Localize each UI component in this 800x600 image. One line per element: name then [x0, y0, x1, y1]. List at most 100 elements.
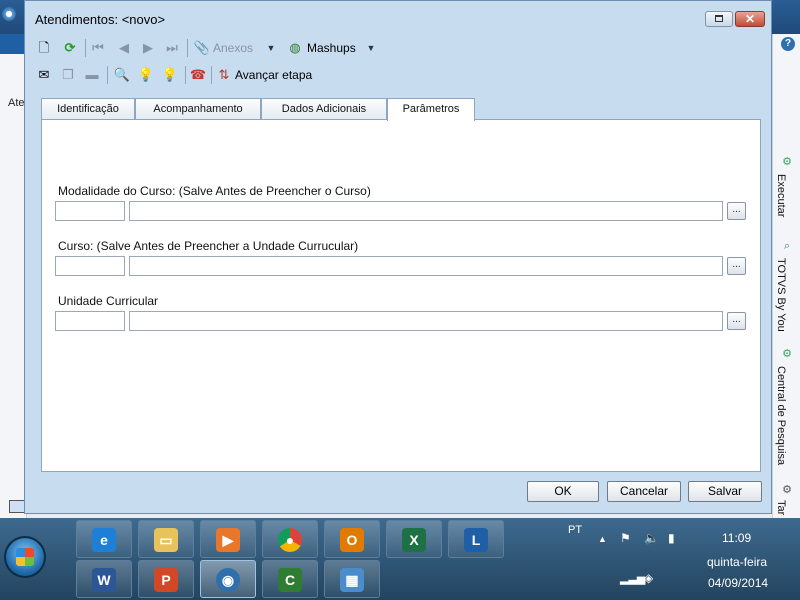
internet-explorer-icon: e: [92, 528, 116, 552]
camtasia-icon: C: [278, 568, 302, 592]
attachments-button[interactable]: Anexos: [213, 38, 263, 58]
maximize-icon: [715, 15, 723, 22]
taskbar-media-player[interactable]: ▶: [200, 520, 256, 558]
network-icon[interactable]: ▂▃▅: [620, 572, 645, 585]
field-label-unidade-curricular: Unidade Curricular: [58, 294, 159, 308]
start-button[interactable]: [4, 536, 46, 578]
toolbar-separator: [85, 39, 86, 57]
taskbar-control-panel[interactable]: ▦: [324, 560, 380, 598]
right-panel-central-de-pesquisa[interactable]: Central de Pesquisa: [775, 366, 787, 465]
help-icon[interactable]: ?: [781, 37, 795, 51]
taskbar-excel[interactable]: X: [386, 520, 442, 558]
maximize-button[interactable]: [705, 11, 733, 27]
taskbar-internet-explorer[interactable]: e: [76, 520, 132, 558]
secondary-toolbar: ✉ ❐ ▬ 🔍 💡 💡 ☎ ⇅ Avançar etapa: [31, 63, 767, 87]
chevron-down-icon[interactable]: ▼: [365, 38, 377, 58]
curso-lookup-button[interactable]: ...: [727, 257, 746, 275]
curso-description-input[interactable]: [129, 256, 723, 276]
tab-parametros[interactable]: Parâmetros: [387, 98, 475, 121]
ok-button[interactable]: OK: [527, 481, 599, 502]
lightbulb-icon[interactable]: 💡: [161, 65, 179, 85]
taskbar-totvs-active[interactable]: ◉: [200, 560, 256, 598]
truck-icon[interactable]: ▬: [83, 65, 101, 85]
dialog-title: Atendimentos: <novo>: [35, 12, 166, 27]
totvs-icon: ◉: [216, 568, 240, 592]
atendimentos-dialog: Atendimentos: <novo> ✕ 🗋 ⟳ ⏮ ◀ ▶ ⏭ 📎 Ane…: [24, 0, 772, 514]
gear-icon: ⚙: [782, 156, 792, 168]
last-record-icon[interactable]: ⏭: [163, 38, 181, 58]
app-logo-icon: [2, 7, 16, 21]
toolbar-separator: [185, 66, 186, 84]
mashups-button[interactable]: Mashups: [307, 38, 365, 58]
tab-acompanhamento[interactable]: Acompanhamento: [135, 98, 261, 120]
outlook-icon: O: [340, 528, 364, 552]
right-panel-totvs-by-you[interactable]: TOTVS By You: [775, 258, 787, 332]
tab-dados-adicionais[interactable]: Dados Adicionais: [261, 98, 387, 120]
taskbar-lync[interactable]: L: [448, 520, 504, 558]
excel-icon: X: [402, 528, 426, 552]
gear-icon: ⚙: [782, 484, 792, 496]
show-hidden-icons-icon[interactable]: ▲: [598, 534, 607, 544]
close-button[interactable]: ✕: [735, 11, 765, 27]
unidade-description-input[interactable]: [129, 311, 723, 331]
right-panel-executar[interactable]: Executar: [775, 174, 787, 217]
lightbulb-icon[interactable]: 💡: [137, 65, 155, 85]
curso-code-input[interactable]: [55, 256, 125, 276]
copy-icon[interactable]: ❐: [59, 65, 77, 85]
language-indicator[interactable]: PT: [568, 524, 582, 536]
modalidade-description-input[interactable]: [129, 201, 723, 221]
battery-icon[interactable]: ▮: [668, 531, 675, 545]
control-panel-icon: ▦: [340, 568, 364, 592]
windows-logo-icon: [16, 548, 34, 566]
attachment-icon: 📎: [193, 40, 211, 55]
modalidade-lookup-button[interactable]: ...: [727, 202, 746, 220]
chrome-icon: ●: [278, 528, 302, 552]
chevron-down-icon[interactable]: ▼: [265, 38, 277, 58]
dropbox-icon[interactable]: ◈: [644, 571, 653, 585]
lync-icon: L: [464, 528, 488, 552]
clock-time[interactable]: 11:09: [722, 531, 751, 545]
background-left-label: Ate: [8, 97, 25, 109]
taskbar-word[interactable]: W: [76, 560, 132, 598]
save-button[interactable]: Salvar: [688, 481, 762, 502]
media-player-icon: ▶: [216, 528, 240, 552]
right-panel-tarefas[interactable]: Tar: [775, 500, 787, 515]
unidade-lookup-button[interactable]: ...: [727, 312, 746, 330]
advance-step-button[interactable]: Avançar etapa: [235, 65, 335, 85]
taskbar-outlook[interactable]: O: [324, 520, 380, 558]
first-record-icon[interactable]: ⏮: [89, 38, 107, 58]
taskbar-file-explorer[interactable]: ▭: [138, 520, 194, 558]
phone-icon[interactable]: ☎: [189, 65, 207, 85]
taskbar-camtasia[interactable]: C: [262, 560, 318, 598]
unidade-code-input[interactable]: [55, 311, 125, 331]
advance-step-icon: ⇅: [218, 67, 230, 82]
field-label-curso: Curso: (Salve Antes de Preencher a Undad…: [58, 239, 359, 253]
toolbar-separator: [211, 66, 212, 84]
gear-icon: ⚙: [782, 348, 792, 360]
action-center-icon[interactable]: ⚑: [620, 531, 631, 545]
taskbar-chrome[interactable]: ●: [262, 520, 318, 558]
new-document-icon[interactable]: 🗋: [35, 38, 53, 58]
modalidade-code-input[interactable]: [55, 201, 125, 221]
toolbar-separator: [107, 66, 108, 84]
envelope-icon[interactable]: ✉: [35, 65, 53, 85]
clock-weekday[interactable]: quinta-feira: [707, 555, 767, 569]
previous-record-icon[interactable]: ◀: [115, 38, 133, 58]
background-tab[interactable]: [0, 34, 26, 54]
tab-identificacao[interactable]: Identificação: [41, 98, 135, 120]
clock-date[interactable]: 04/09/2014: [708, 576, 768, 590]
taskbar-powerpoint[interactable]: P: [138, 560, 194, 598]
refresh-icon[interactable]: ⟳: [61, 38, 79, 58]
monitor-icon[interactable]: [9, 500, 25, 513]
field-label-modalidade: Modalidade do Curso: (Salve Antes de Pre…: [58, 184, 371, 198]
globe-icon: ◍: [289, 40, 301, 55]
folder-icon: ▭: [154, 528, 178, 552]
search-icon: ⌕: [783, 240, 791, 252]
volume-icon[interactable]: 🔈: [644, 531, 659, 545]
search-document-icon[interactable]: 🔍: [113, 65, 131, 85]
background-left-panel: [0, 54, 27, 518]
next-record-icon[interactable]: ▶: [139, 38, 157, 58]
toolbar-separator: [187, 39, 188, 57]
cancel-button[interactable]: Cancelar: [607, 481, 681, 502]
word-icon: W: [92, 568, 116, 592]
